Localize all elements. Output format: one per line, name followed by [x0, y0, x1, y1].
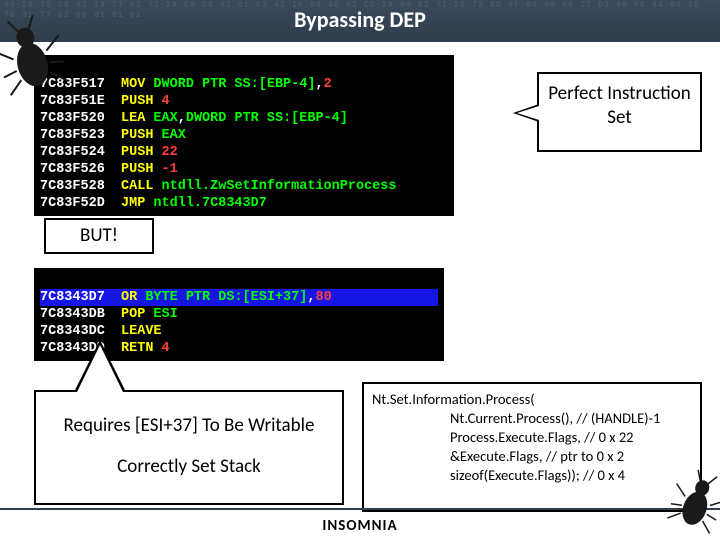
callout-perfect-instruction: Perfect Instruction Set: [537, 72, 702, 152]
callout-line-2: Correctly Set Stack: [36, 455, 342, 478]
footer-divider: [0, 508, 720, 510]
callout-line-1: Requires [ESI+37] To Be Writable: [36, 414, 342, 437]
code-snippet-box: Nt.Set.Information.Process( Nt.Current.P…: [362, 382, 702, 512]
callout-requires: Requires [ESI+37] To Be Writable Correct…: [34, 390, 344, 505]
disasm-block-1: 7C83F517 MOV DWORD PTR SS:[EBP-4],2 7C83…: [34, 55, 454, 216]
footer-logo: INSOMNIA: [0, 517, 720, 535]
callout-text: Perfect Instruction Set: [548, 82, 691, 129]
page-title: Bypassing DEP: [0, 6, 720, 33]
callout-but: BUT!: [44, 218, 154, 254]
slide-header: Bypassing DEP: [0, 0, 720, 42]
